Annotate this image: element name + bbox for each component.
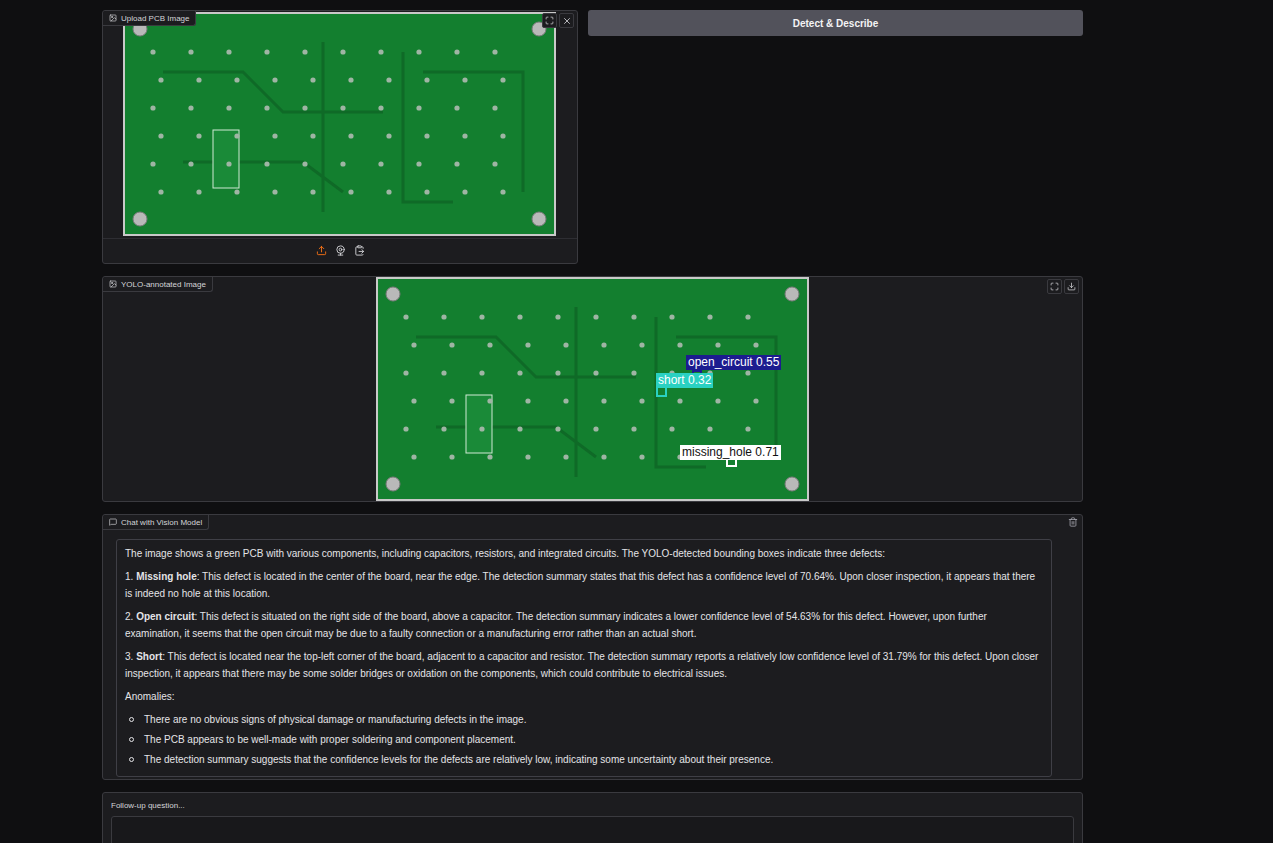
pcb-photo bbox=[123, 12, 556, 236]
upload-icon bbox=[316, 245, 327, 256]
upload-image-area bbox=[103, 11, 577, 238]
bullet-icon bbox=[129, 737, 134, 742]
upload-tools bbox=[542, 13, 574, 28]
defect-item: 1. Missing hole: This defect is located … bbox=[125, 568, 1043, 602]
fullscreen-button[interactable] bbox=[542, 13, 557, 28]
anomaly-item: The detection summary suggests that the … bbox=[129, 751, 1043, 768]
close-icon bbox=[562, 16, 572, 26]
bullet-icon bbox=[129, 757, 134, 762]
detection-label: short 0.32 bbox=[656, 373, 713, 388]
chat-label: Chat with Vision Model bbox=[103, 515, 209, 530]
chat-message: The image shows a green PCB with various… bbox=[116, 539, 1052, 777]
maximize-icon bbox=[545, 16, 554, 25]
anomaly-item: There are no obvious signs of physical d… bbox=[129, 711, 1043, 728]
pcb-photo bbox=[376, 277, 809, 501]
clear-chat-button[interactable] bbox=[1068, 517, 1078, 527]
annotated-image-area: open_circuit 0.55 short 0.32 missing_hole … bbox=[103, 277, 1082, 501]
detection-label: open_circuit 0.55 bbox=[686, 355, 781, 370]
chat-panel: Chat with Vision Model The image shows a … bbox=[102, 514, 1083, 780]
upload-source-button[interactable] bbox=[316, 245, 327, 256]
image-icon bbox=[109, 14, 117, 22]
detect-button[interactable]: Detect & Describe bbox=[588, 10, 1083, 36]
annotated-tools bbox=[1047, 279, 1079, 294]
clipboard-icon bbox=[354, 245, 365, 256]
image-icon bbox=[109, 280, 117, 288]
followup-panel: Follow-up question... bbox=[102, 792, 1083, 843]
message-intro: The image shows a green PCB with various… bbox=[125, 545, 1043, 562]
chat-scroll[interactable]: The image shows a green PCB with various… bbox=[103, 515, 1082, 779]
annotated-image: open_circuit 0.55 short 0.32 missing_hole … bbox=[376, 277, 809, 501]
download-button[interactable] bbox=[1064, 279, 1079, 294]
clipboard-source-button[interactable] bbox=[354, 245, 365, 256]
app-page: Upload PCB Image Detect & Describe YOLO-an… bbox=[102, 0, 1083, 843]
uploaded-image bbox=[123, 12, 556, 236]
top-row: Upload PCB Image Detect & Describe bbox=[102, 10, 1083, 264]
followup-input[interactable] bbox=[111, 816, 1074, 843]
bullet-icon bbox=[129, 717, 134, 722]
upload-panel[interactable]: Upload PCB Image bbox=[102, 10, 578, 264]
anomalies-title: Anomalies: bbox=[125, 688, 1043, 705]
chat-icon bbox=[109, 518, 117, 526]
annotated-panel: YOLO-annotated Image open_circuit 0.55 sho… bbox=[102, 276, 1083, 502]
anomaly-item: The PCB appears to be well-made with pro… bbox=[129, 731, 1043, 748]
defect-item: 2. Open circuit: This defect is situated… bbox=[125, 608, 1043, 642]
upload-label: Upload PCB Image bbox=[103, 11, 196, 26]
clear-button[interactable] bbox=[559, 13, 574, 28]
download-icon bbox=[1067, 282, 1076, 291]
anomalies-list: There are no obvious signs of physical d… bbox=[125, 711, 1043, 768]
detection-label: missing_hole 0.71 bbox=[680, 445, 781, 460]
fullscreen-button[interactable] bbox=[1047, 279, 1062, 294]
trash-icon bbox=[1068, 517, 1078, 527]
webcam-icon bbox=[335, 245, 346, 256]
source-toolbar bbox=[103, 238, 577, 263]
followup-label: Follow-up question... bbox=[111, 801, 1074, 810]
maximize-icon bbox=[1050, 282, 1059, 291]
annotated-label: YOLO-annotated Image bbox=[103, 277, 213, 292]
webcam-source-button[interactable] bbox=[335, 245, 346, 256]
defect-item: 3. Short: This defect is located near th… bbox=[125, 648, 1043, 682]
